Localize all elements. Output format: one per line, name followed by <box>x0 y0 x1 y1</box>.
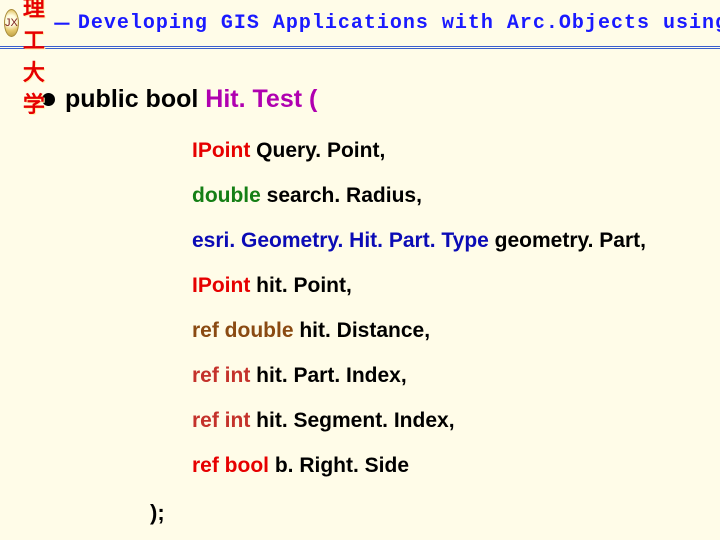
parameter-row: IPoint hit. Point, <box>192 275 720 296</box>
method-modifiers: public bool <box>65 85 198 113</box>
course-subtitle: Developing GIS Applications with Arc.Obj… <box>78 12 720 35</box>
method-signature-line: public bool Hit. Test ( <box>42 85 720 114</box>
parameter-row: double search. Radius, <box>192 185 720 206</box>
parameter-name: hit. Part. Index, <box>256 364 407 387</box>
parameter-type: ref int <box>192 409 256 432</box>
parameter-row: ref double hit. Distance, <box>192 320 720 341</box>
parameter-row: IPoint Query. Point, <box>192 140 720 161</box>
parameter-name: hit. Point, <box>256 274 352 297</box>
parameter-type: ref bool <box>192 454 275 477</box>
parameter-type: ref int <box>192 364 256 387</box>
parameter-name: search. Radius, <box>267 184 422 207</box>
parameter-row: ref bool b. Right. Side <box>192 455 720 476</box>
logo-text: JX <box>5 17 18 29</box>
parameter-type: IPoint <box>192 274 256 297</box>
parameter-row: ref int hit. Segment. Index, <box>192 410 720 431</box>
parameter-type: ref double <box>192 319 299 342</box>
parameter-type: esri. Geometry. Hit. Part. Type <box>192 229 495 252</box>
parameter-list: IPoint Query. Point, double search. Radiu… <box>192 140 720 476</box>
parameter-name: b. Right. Side <box>275 454 409 477</box>
header-separator: － <box>52 8 72 38</box>
method-name: Hit. Test ( <box>205 85 317 113</box>
parameter-row: ref int hit. Part. Index, <box>192 365 720 386</box>
parameter-type: double <box>192 184 267 207</box>
slide-body: public bool Hit. Test ( IPoint Query. Po… <box>0 49 720 526</box>
parameter-type: IPoint <box>192 139 256 162</box>
parameter-name: hit. Segment. Index, <box>256 409 454 432</box>
parameter-name: Query. Point, <box>256 139 385 162</box>
slide-header: JX 江西理工大学 － Developing GIS Applications … <box>0 0 720 49</box>
university-logo-icon: JX <box>4 9 19 37</box>
parameter-name: geometry. Part, <box>495 229 646 252</box>
parameter-name: hit. Distance, <box>299 319 430 342</box>
parameter-row: esri. Geometry. Hit. Part. Type geometry… <box>192 230 720 251</box>
university-name: 江西理工大学 <box>23 0 46 119</box>
method-closing: ); <box>150 500 720 526</box>
